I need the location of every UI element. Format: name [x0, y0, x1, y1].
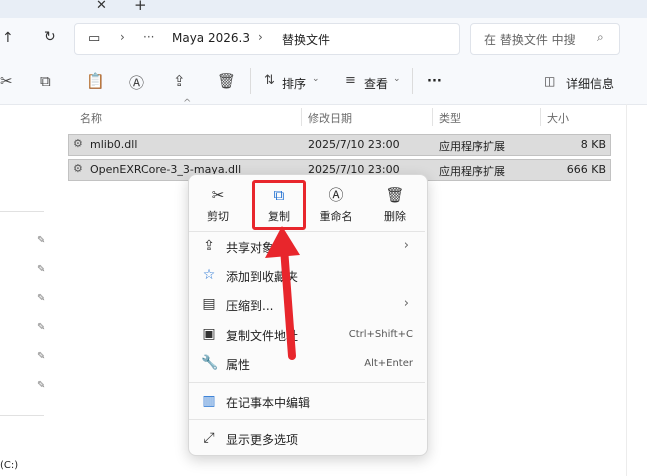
col-header-size[interactable]: 大小: [547, 110, 569, 126]
copy-icon[interactable]: ⧉: [40, 72, 51, 90]
sort-icon[interactable]: ⇅: [264, 73, 275, 88]
chevron-down-icon: ⌄: [393, 74, 401, 84]
col-header-name[interactable]: 名称: [80, 110, 102, 126]
delete-button[interactable]: 🗑 删除: [373, 180, 417, 230]
trash-icon: 🗑: [385, 186, 405, 204]
pin-icon: ✎: [37, 380, 46, 391]
pin-icon: ✎: [37, 322, 46, 333]
menu-divider: [189, 419, 425, 420]
new-tab-plus-icon[interactable]: +: [134, 0, 147, 14]
chevron-right-icon: ›: [258, 30, 263, 44]
expand-icon: ⤢: [203, 430, 215, 446]
column-divider: [301, 108, 302, 126]
rename-icon[interactable]: Ⓐ: [129, 72, 144, 93]
chevron-right-icon: ›: [403, 238, 409, 253]
search-placeholder: 在 替换文件 中搜: [484, 33, 576, 47]
red-arrow-annotation: [265, 226, 300, 360]
column-divider: [540, 108, 541, 126]
file-size: 8 KB: [580, 138, 606, 151]
pin-icon: ✎: [37, 293, 46, 304]
paste-icon[interactable]: 📋: [86, 72, 105, 90]
menu-item-more-options[interactable]: ⤢ 显示更多选项: [189, 425, 425, 453]
details-pane-icon[interactable]: ◫: [544, 74, 555, 88]
search-icon: ⌕: [597, 30, 604, 44]
pin-icon: ✎: [37, 264, 46, 275]
notepad-icon: ▥: [202, 393, 216, 409]
share-icon[interactable]: ⇪: [173, 72, 186, 90]
wrench-icon: 🔧: [201, 355, 219, 371]
sidebar-divider: [0, 211, 44, 212]
monitor-icon: ▭: [88, 31, 101, 46]
rename-button[interactable]: Ⓐ 重命名: [314, 180, 358, 230]
cut-button[interactable]: ✂ 剪切: [196, 180, 240, 230]
chevron-right-icon: ›: [120, 30, 125, 44]
copy-path-icon: ▣: [202, 326, 216, 342]
cut-label: 剪切: [207, 210, 229, 223]
details-button[interactable]: 详细信息: [566, 75, 614, 92]
view-button[interactable]: 查看: [364, 75, 388, 92]
menu-item-label: 属性: [226, 358, 251, 372]
refresh-icon[interactable]: ↻: [44, 29, 56, 45]
breadcrumb-maya[interactable]: Maya 2026.3: [172, 31, 250, 45]
sort-button[interactable]: 排序: [282, 75, 306, 92]
dll-file-icon: ⚙: [73, 162, 83, 175]
file-date: 2025/7/10 23:00: [308, 138, 400, 151]
zip-folder-icon: ▤: [202, 296, 216, 312]
close-tab-icon[interactable]: ✕: [96, 0, 107, 13]
pin-icon: ✎: [37, 351, 46, 362]
menu-divider: [189, 382, 425, 383]
toolbar-divider: [412, 68, 413, 94]
address-bar[interactable]: [74, 23, 460, 55]
menu-item-label: 在记事本中编辑: [226, 396, 311, 410]
share-icon: ⇪: [203, 238, 215, 254]
file-size: 666 KB: [566, 163, 606, 176]
file-name: mlib0.dll: [90, 138, 138, 151]
col-header-date[interactable]: 修改日期: [308, 110, 352, 126]
scrollbar-track[interactable]: [626, 104, 627, 476]
menu-item-label: 显示更多选项: [226, 433, 299, 447]
breadcrumb-current[interactable]: 替换文件: [282, 31, 330, 48]
sidebar-divider: [0, 415, 44, 416]
col-header-type[interactable]: 类型: [439, 110, 461, 126]
menu-item-notepad[interactable]: ▥ 在记事本中编辑: [189, 388, 425, 416]
rename-label: 重命名: [319, 210, 353, 223]
cut-icon[interactable]: ✂: [0, 72, 13, 90]
more-options-button[interactable]: ···: [427, 74, 442, 89]
dll-file-icon: ⚙: [73, 137, 83, 150]
sort-ascending-icon: ^: [183, 98, 192, 109]
toolbar-divider: [250, 68, 251, 94]
sidebar-drive-c[interactable]: (C:): [0, 460, 18, 471]
cut-icon: ✂: [211, 186, 225, 204]
chevron-down-icon: ⌄: [312, 74, 320, 84]
file-type: 应用程序扩展: [439, 140, 505, 153]
ellipsis-icon[interactable]: ···: [143, 30, 154, 44]
column-divider: [432, 108, 433, 126]
chevron-right-icon: ›: [403, 296, 409, 311]
view-icon[interactable]: ≡: [345, 73, 356, 88]
shortcut-text: Ctrl+Shift+C: [348, 329, 413, 340]
rename-icon: Ⓐ: [328, 186, 344, 204]
delete-label: 删除: [384, 210, 406, 223]
star-icon: ☆: [202, 267, 216, 283]
file-type: 应用程序扩展: [439, 165, 505, 178]
up-arrow-icon[interactable]: ↑: [2, 30, 14, 46]
pin-icon: ✎: [37, 235, 46, 246]
trash-icon[interactable]: 🗑: [217, 72, 236, 90]
shortcut-text: Alt+Enter: [364, 358, 413, 369]
